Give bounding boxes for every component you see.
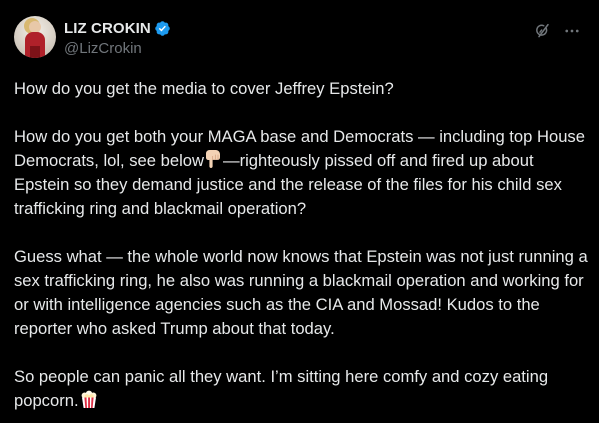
avatar[interactable] <box>14 16 56 58</box>
tweet-header: LIZ CROKIN @LizCrokin <box>14 14 585 64</box>
popcorn-emoji <box>81 390 96 408</box>
author-info[interactable]: LIZ CROKIN @LizCrokin <box>64 19 171 57</box>
more-options-icon[interactable] <box>563 22 581 40</box>
tweet-text: How do you get the media to cover Jeffre… <box>14 77 588 413</box>
tweet-paragraph-2: How do you get both your MAGA base and D… <box>14 125 588 221</box>
tweet-paragraph-1: How do you get the media to cover Jeffre… <box>14 79 394 98</box>
handle[interactable]: @LizCrokin <box>64 40 171 57</box>
tweet-paragraph-3: Guess what — the whole world now knows t… <box>14 247 588 338</box>
tweet-paragraph-4: So people can panic all they want. I’m s… <box>14 365 588 413</box>
grok-icon[interactable] <box>533 22 551 40</box>
verified-badge-icon <box>155 20 170 36</box>
backhand-index-pointing-down-emoji <box>206 150 220 168</box>
display-name[interactable]: LIZ CROKIN <box>64 20 151 37</box>
